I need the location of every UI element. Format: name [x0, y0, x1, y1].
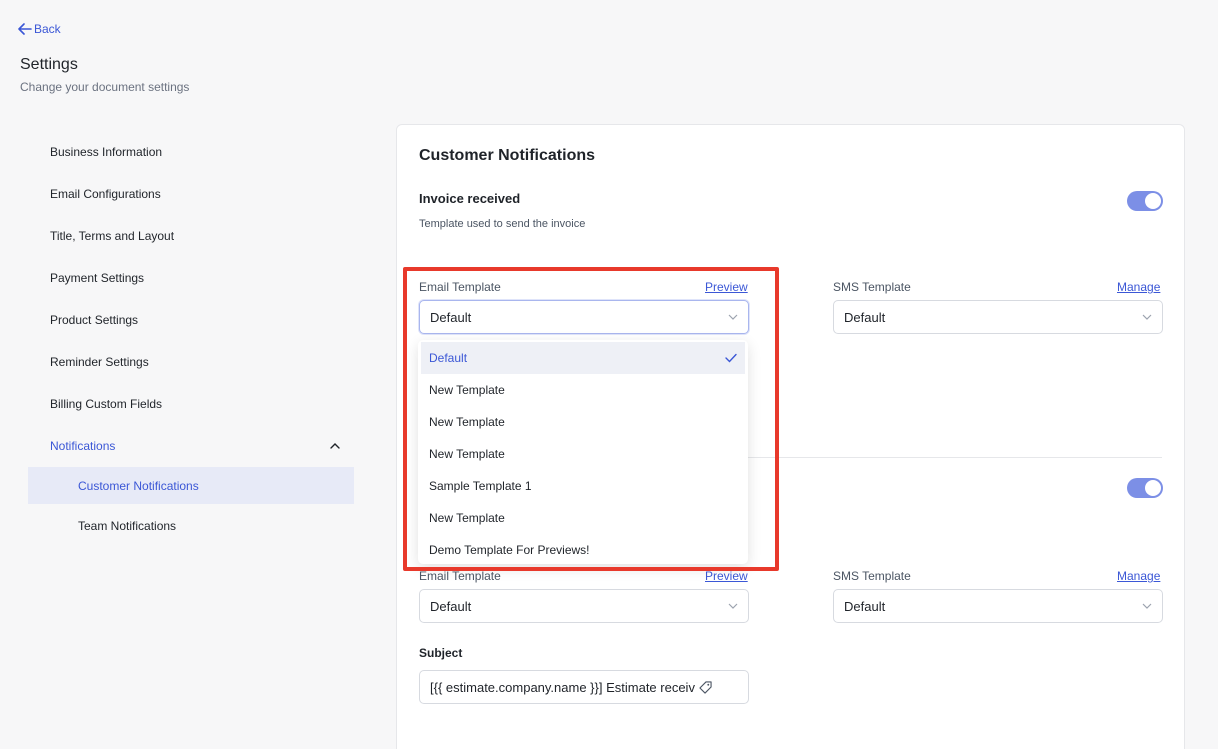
sidebar-item-label: Team Notifications: [78, 518, 177, 533]
sidebar-item-label: Billing Custom Fields: [50, 397, 163, 411]
email-preview-link[interactable]: Preview: [705, 280, 748, 294]
chevron-down-icon: [728, 312, 738, 322]
email-preview-link[interactable]: Preview: [705, 569, 748, 583]
sidebar-item-label: Product Settings: [50, 313, 139, 327]
sidebar-item-billing-custom-fields[interactable]: Billing Custom Fields: [28, 383, 354, 425]
sms-template-select[interactable]: Default: [833, 300, 1163, 334]
subject-value: [{{ estimate.company.name }}] Estimate r…: [430, 679, 695, 695]
back-label: Back: [34, 22, 61, 36]
option-label: New Template: [429, 447, 505, 461]
estimate-received-toggle[interactable]: [1127, 478, 1163, 498]
option-label: Demo Template For Previews!: [429, 543, 590, 557]
sidebar-item-label: Notifications: [50, 439, 116, 453]
sms-template-select[interactable]: Default: [833, 589, 1163, 623]
sms-template-value: Default: [844, 309, 886, 325]
sidebar-item-payment-settings[interactable]: Payment Settings: [28, 257, 354, 299]
settings-sidebar: Business Information Email Configuration…: [28, 131, 354, 544]
email-template-value: Default: [430, 309, 472, 325]
chevron-down-icon: [1142, 601, 1152, 611]
invoice-received-toggle[interactable]: [1127, 191, 1163, 211]
arrow-left-icon: [18, 23, 32, 35]
sms-template-label: SMS Template: [833, 569, 911, 583]
sidebar-item-label: Title, Terms and Layout: [50, 229, 175, 243]
dropdown-option[interactable]: Sample Template 1: [421, 470, 745, 502]
email-template-select[interactable]: Default: [419, 589, 749, 623]
toggle-knob: [1145, 480, 1161, 496]
dropdown-option[interactable]: New Template: [421, 502, 745, 534]
chevron-down-icon: [1142, 312, 1152, 322]
sidebar-item-label: Reminder Settings: [50, 355, 149, 369]
sms-manage-link[interactable]: Manage: [1117, 280, 1160, 294]
panel-title: Customer Notifications: [419, 147, 596, 164]
dropdown-option[interactable]: Default: [421, 342, 745, 374]
email-template-label: Email Template: [419, 569, 501, 583]
sidebar-item-label: Email Configurations: [50, 187, 161, 201]
sms-template-value: Default: [844, 598, 886, 614]
chevron-up-icon: [330, 441, 340, 451]
dropdown-option[interactable]: New Template: [421, 374, 745, 406]
subject-input[interactable]: [{{ estimate.company.name }}] Estimate r…: [419, 670, 749, 704]
sidebar-item-label: Business Information: [50, 145, 163, 159]
option-label: New Template: [429, 383, 505, 397]
email-template-value: Default: [430, 598, 472, 614]
chevron-down-icon: [728, 601, 738, 611]
sidebar-item-team-notifications[interactable]: Team Notifications: [28, 507, 354, 544]
dropdown-option[interactable]: New Template: [421, 406, 745, 438]
email-template-label: Email Template: [419, 280, 501, 294]
sidebar-item-customer-notifications[interactable]: Customer Notifications: [28, 467, 354, 504]
sidebar-item-reminder-settings[interactable]: Reminder Settings: [28, 341, 354, 383]
toggle-knob: [1145, 193, 1161, 209]
page-subtitle: Change your document settings: [20, 80, 190, 94]
dropdown-option[interactable]: New Template: [421, 438, 745, 470]
sidebar-item-product-settings[interactable]: Product Settings: [28, 299, 354, 341]
sidebar-item-label: Customer Notifications: [78, 478, 199, 493]
sidebar-item-business-information[interactable]: Business Information: [28, 131, 354, 173]
option-label: Sample Template 1: [429, 479, 532, 493]
subject-label: Subject: [419, 646, 463, 660]
sms-template-label: SMS Template: [833, 280, 911, 294]
email-template-select[interactable]: Default: [419, 300, 749, 334]
tag-icon[interactable]: [699, 680, 712, 694]
option-label: New Template: [429, 415, 505, 429]
email-template-dropdown: Default New Template New Template New Te…: [418, 340, 748, 564]
check-icon: [725, 353, 737, 363]
sms-manage-link[interactable]: Manage: [1117, 569, 1160, 583]
sidebar-item-label: Payment Settings: [50, 271, 145, 285]
sidebar-item-title-terms-layout[interactable]: Title, Terms and Layout: [28, 215, 354, 257]
sidebar-item-email-configurations[interactable]: Email Configurations: [28, 173, 354, 215]
invoice-received-description: Template used to send the invoice: [419, 218, 586, 230]
sidebar-item-notifications[interactable]: Notifications: [28, 425, 354, 467]
option-label: New Template: [429, 511, 505, 525]
back-link[interactable]: Back: [18, 22, 61, 36]
page-title: Settings: [20, 56, 78, 73]
invoice-received-title: Invoice received: [419, 191, 521, 206]
option-label: Default: [429, 351, 468, 365]
dropdown-option[interactable]: Demo Template For Previews!: [421, 534, 745, 566]
